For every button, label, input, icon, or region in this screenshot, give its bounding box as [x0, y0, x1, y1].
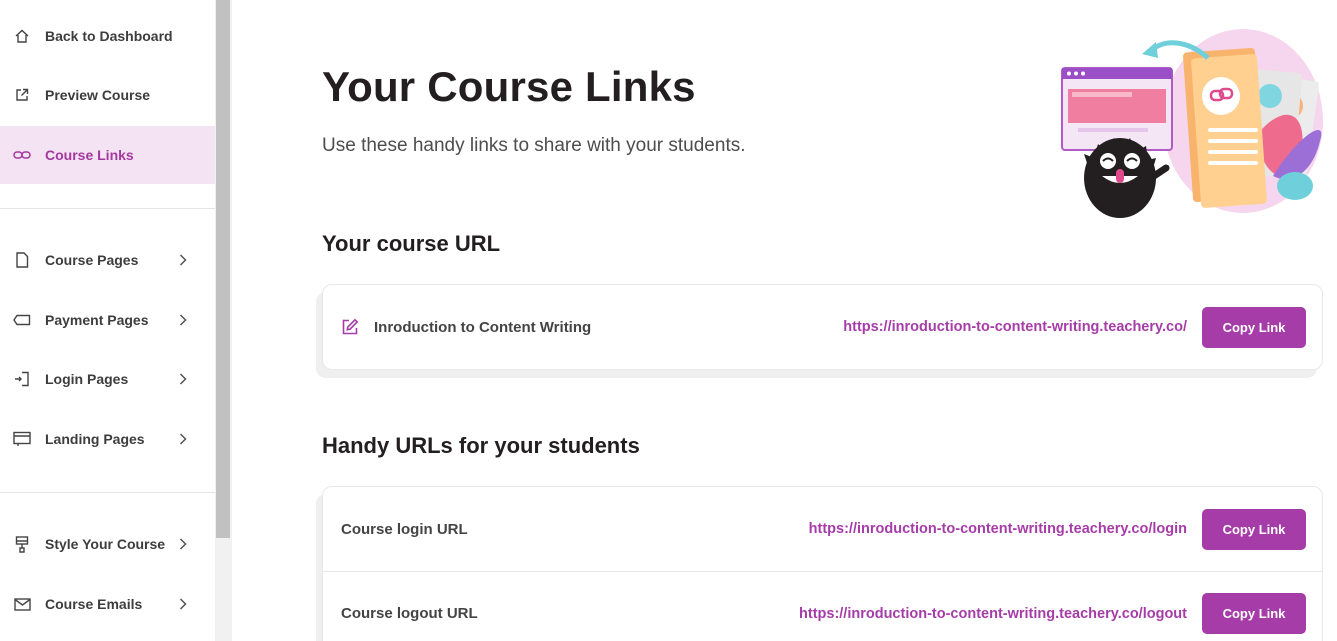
sidebar-scrollbar-thumb[interactable] — [216, 0, 230, 538]
login-icon — [12, 369, 32, 389]
login-url-link[interactable]: https://inroduction-to-content-writing.t… — [809, 521, 1187, 537]
sidebar-item-course-pages[interactable]: Course Pages — [0, 231, 215, 289]
sidebar-item-login-pages[interactable]: Login Pages — [0, 350, 215, 408]
course-url-heading: Your course URL — [322, 231, 501, 256]
course-url-card: Inroduction to Content Writing https://i… — [322, 284, 1323, 370]
student-urls-card: Course login URL https://inroduction-to-… — [322, 486, 1323, 641]
sidebar-item-preview-course[interactable]: Preview Course — [0, 66, 215, 124]
student-urls-heading: Handy URLs for your students — [322, 433, 640, 458]
course-name: Inroduction to Content Writing — [374, 318, 592, 336]
chevron-right-icon — [176, 253, 190, 267]
chevron-right-icon — [176, 537, 190, 551]
sidebar-item-label: Payment Pages — [45, 312, 149, 328]
tag-icon — [12, 310, 32, 330]
sidebar-item-course-links[interactable]: Course Links — [0, 126, 215, 184]
sidebar-item-payment-pages[interactable]: Payment Pages — [0, 291, 215, 349]
sidebar-item-label: Preview Course — [45, 87, 151, 103]
sidebar-divider — [0, 208, 215, 209]
sidebar-item-label: Style Your Course — [45, 536, 166, 552]
sidebar-item-style-your-course[interactable]: Style Your Course — [0, 515, 215, 573]
external-link-icon — [12, 85, 32, 105]
page-subtitle: Use these handy links to share with your… — [322, 135, 746, 156]
login-url-label: Course login URL — [341, 520, 468, 538]
main-content: Your Course Links Use these handy links … — [232, 0, 1337, 641]
edit-icon[interactable] — [341, 318, 359, 336]
table-row: Course login URL https://inroduction-to-… — [323, 487, 1322, 571]
page-icon — [12, 250, 32, 270]
link-icon — [12, 145, 32, 165]
mail-icon — [12, 594, 32, 614]
sidebar-item-landing-pages[interactable]: Landing Pages — [0, 410, 215, 468]
sidebar-item-back-to-dashboard[interactable]: Back to Dashboard — [0, 7, 215, 65]
table-row: Course logout URL https://inroduction-to… — [323, 571, 1322, 641]
sidebar-item-label: Course Links — [45, 147, 134, 163]
sidebar-item-label: Course Pages — [45, 252, 139, 268]
sidebar: Back to Dashboard Preview Course Course … — [0, 0, 215, 641]
copy-link-button[interactable]: Copy Link — [1202, 306, 1306, 348]
sidebar-item-course-emails[interactable]: Course Emails — [0, 575, 215, 633]
sidebar-item-label: Landing Pages — [45, 431, 145, 447]
paint-brush-icon — [12, 534, 32, 554]
course-url-link[interactable]: https://inroduction-to-content-writing.t… — [843, 319, 1187, 335]
sidebar-item-label: Course Emails — [45, 596, 143, 612]
copy-login-link-button[interactable]: Copy Link — [1202, 508, 1306, 550]
chevron-right-icon — [176, 432, 190, 446]
copy-logout-link-button[interactable]: Copy Link — [1202, 593, 1306, 634]
landing-icon — [12, 429, 32, 449]
page-title: Your Course Links — [322, 63, 696, 110]
course-links-illustration — [1058, 26, 1328, 226]
logout-url-label: Course logout URL — [341, 605, 478, 622]
chevron-right-icon — [176, 597, 190, 611]
logout-url-link[interactable]: https://inroduction-to-content-writing.t… — [799, 606, 1187, 622]
course-url-row: Inroduction to Content Writing https://i… — [323, 285, 1322, 369]
home-icon — [12, 26, 32, 46]
sidebar-item-label: Back to Dashboard — [45, 28, 173, 44]
sidebar-divider — [0, 492, 215, 493]
chevron-right-icon — [176, 313, 190, 327]
sidebar-item-label: Login Pages — [45, 371, 129, 387]
chevron-right-icon — [176, 372, 190, 386]
